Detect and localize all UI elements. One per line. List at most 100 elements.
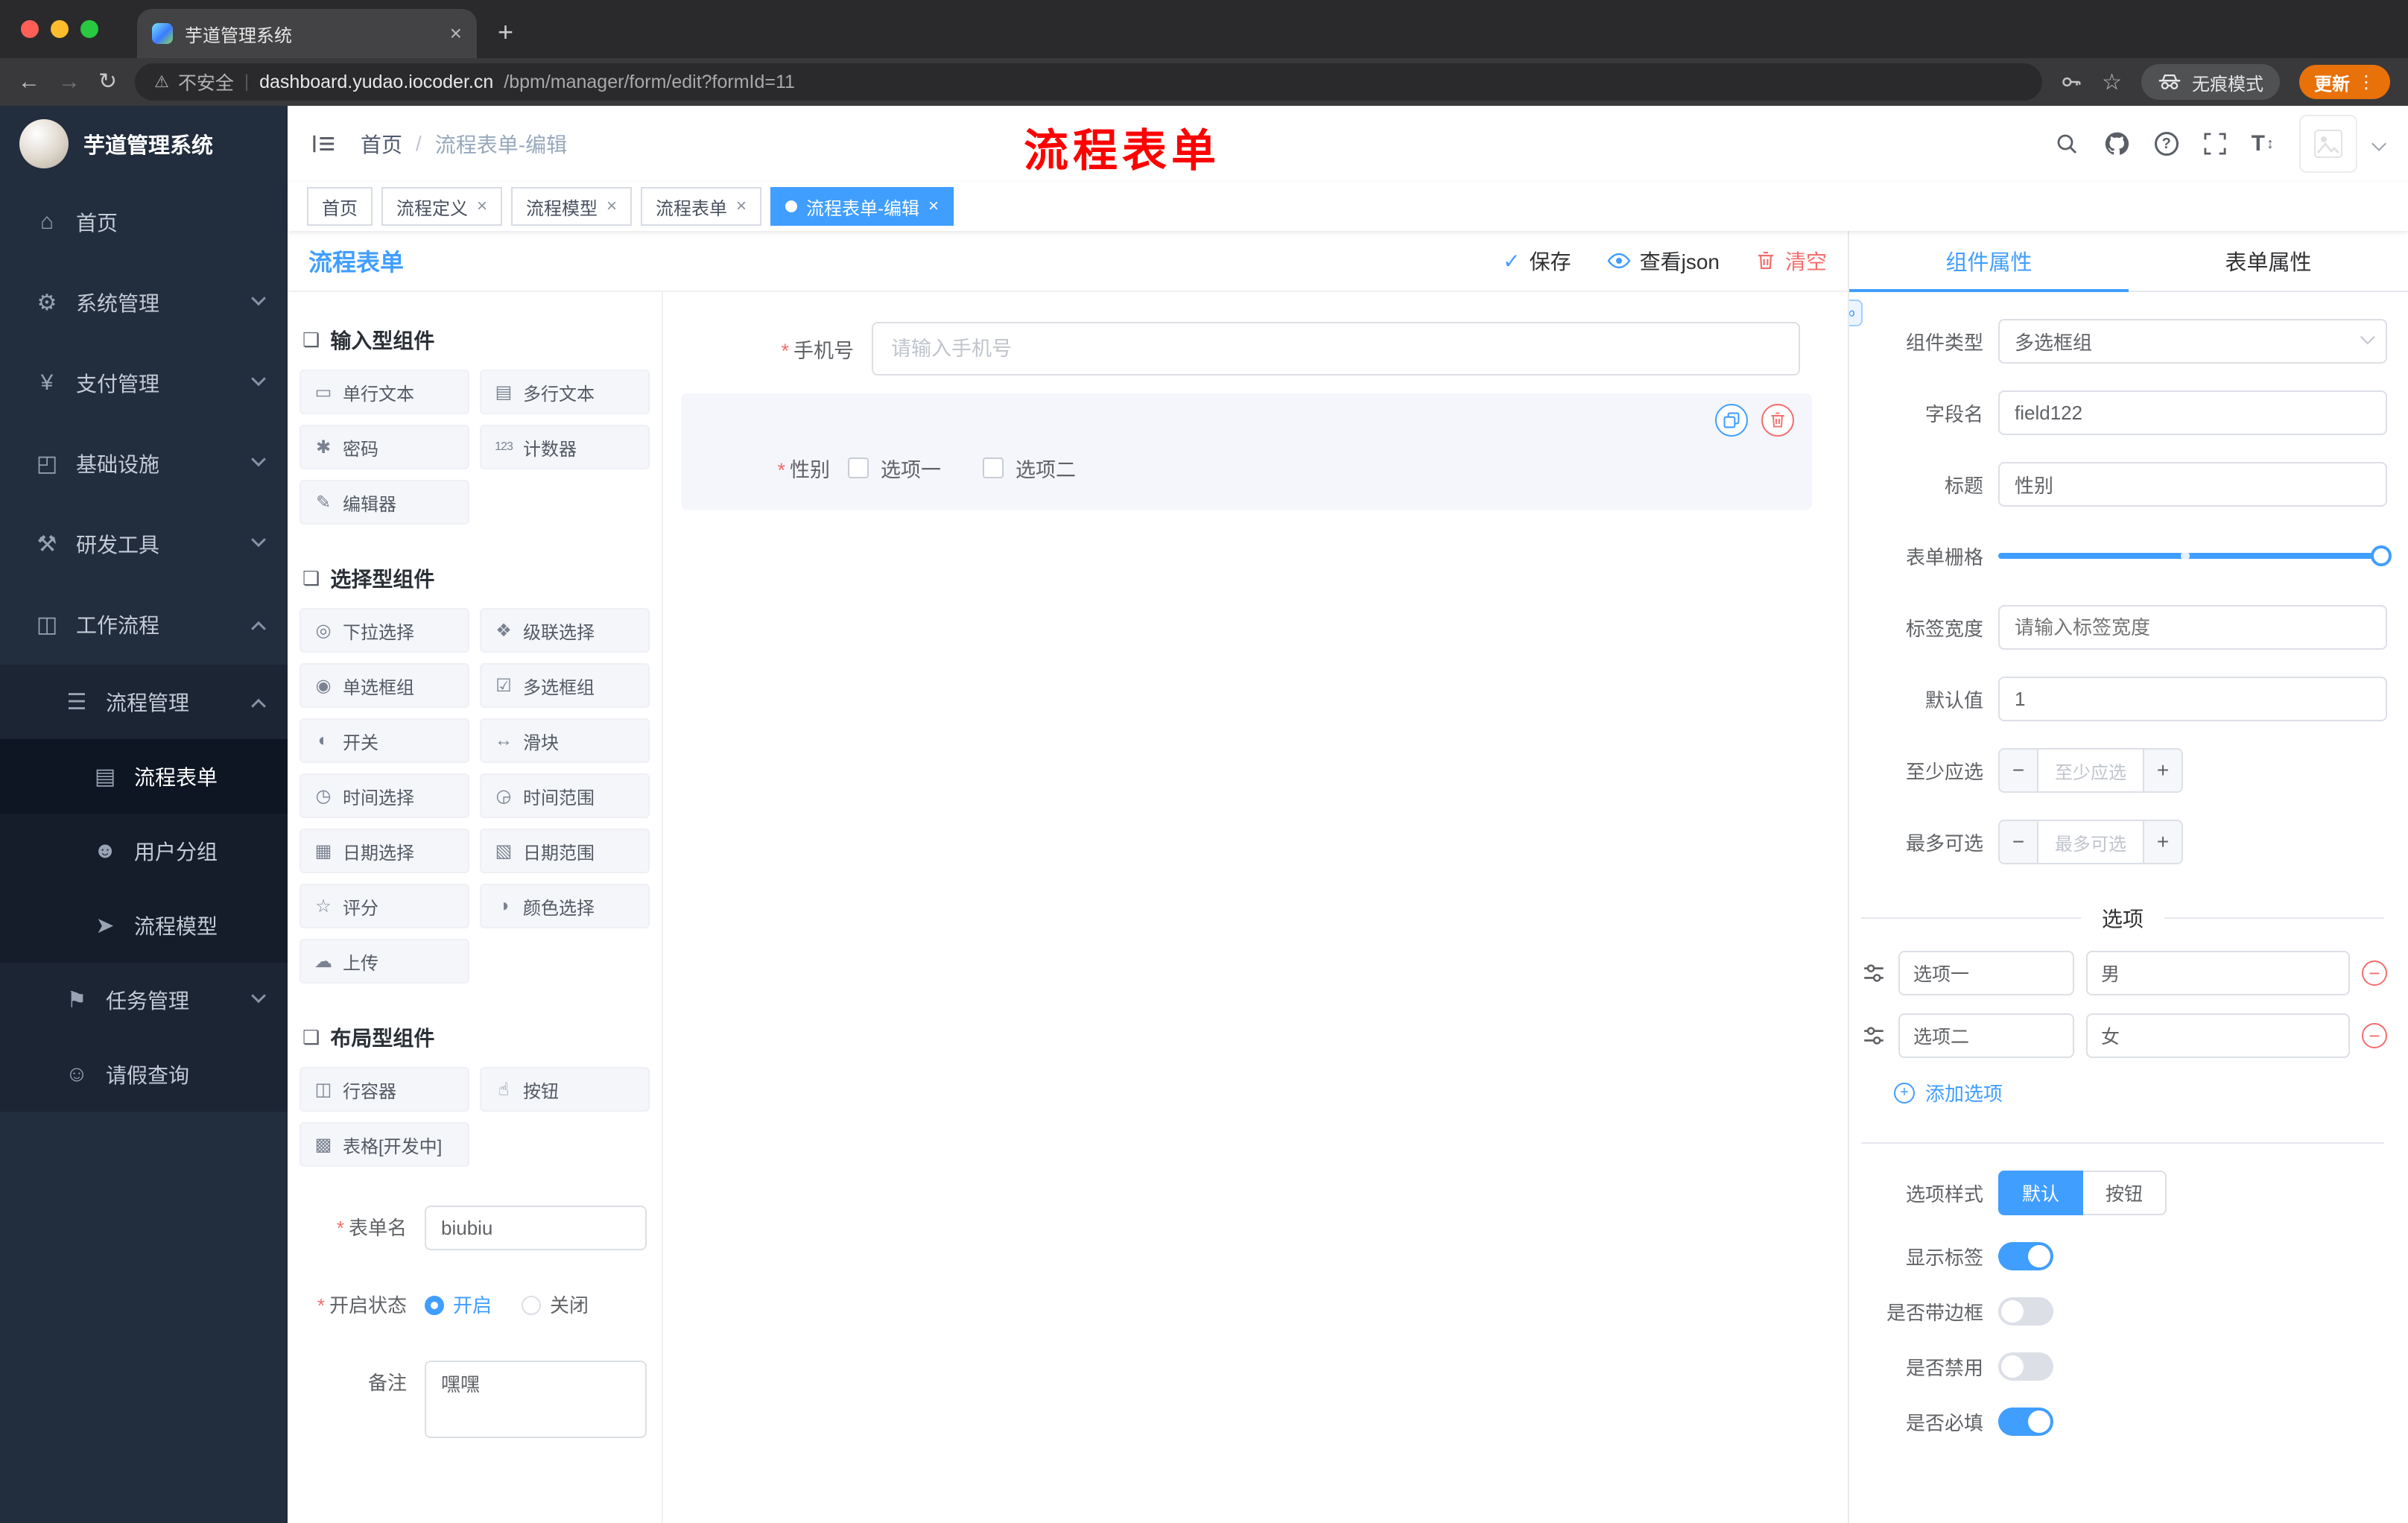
decrement-button[interactable]: −: [2000, 821, 2038, 863]
drag-handle-icon[interactable]: [1861, 960, 1886, 986]
forward-icon[interactable]: →: [58, 71, 80, 93]
font-size-icon[interactable]: T ↕: [2252, 131, 2274, 156]
sidebar-item-process-form[interactable]: ▤ 流程表单: [0, 739, 288, 814]
close-icon[interactable]: ×: [736, 196, 747, 217]
window-zoom-button[interactable]: [80, 20, 98, 38]
tag-process-form-edit[interactable]: 流程表单-编辑 ×: [770, 187, 954, 226]
sidebar-item-workflow[interactable]: ◫ 工作流程: [0, 584, 288, 665]
close-icon[interactable]: ×: [477, 196, 487, 217]
selected-gender-component[interactable]: * 性别 选项一 选项二: [681, 393, 1812, 510]
remove-option-icon[interactable]: −: [2362, 960, 2387, 986]
component-password[interactable]: ✱ 密码: [300, 425, 469, 469]
increment-button[interactable]: +: [2143, 821, 2182, 863]
fullscreen-icon[interactable]: [2204, 133, 2226, 155]
component-date-picker[interactable]: ▦ 日期选择: [300, 829, 469, 873]
option-name-input[interactable]: [1898, 951, 2074, 995]
component-counter[interactable]: 123 计数器: [480, 425, 650, 469]
close-icon[interactable]: ×: [928, 196, 939, 217]
bookmark-star-icon[interactable]: ☆: [2102, 69, 2122, 95]
search-icon[interactable]: [2055, 132, 2079, 156]
style-button-button[interactable]: 按钮: [2083, 1171, 2167, 1215]
radio-closed[interactable]: 关闭: [522, 1283, 589, 1328]
component-text-input[interactable]: ▭ 单行文本: [300, 370, 469, 414]
browser-tab[interactable]: 芋道管理系统 ×: [137, 9, 477, 58]
gender-option-1[interactable]: 选项一: [848, 454, 941, 483]
clear-button[interactable]: 清空: [1755, 246, 1827, 276]
security-indicator[interactable]: ⚠ 不安全: [154, 69, 234, 95]
toggle-required[interactable]: [1998, 1408, 2053, 1436]
tag-process-form[interactable]: 流程表单 ×: [641, 187, 762, 226]
tag-process-model[interactable]: 流程模型 ×: [511, 187, 633, 226]
option-value-input[interactable]: [2086, 951, 2350, 995]
option-value-input[interactable]: [2086, 1013, 2350, 1058]
sidebar-item-process-management[interactable]: ☰ 流程管理: [0, 665, 288, 739]
grid-slider[interactable]: [1998, 533, 2392, 578]
sidebar-item-payment-management[interactable]: ¥ 支付管理: [0, 343, 288, 423]
component-row-container[interactable]: ◫ 行容器: [300, 1067, 469, 1112]
checkbox-icon[interactable]: [983, 457, 1004, 478]
style-default-button[interactable]: 默认: [1998, 1171, 2084, 1215]
decrement-button[interactable]: −: [2000, 750, 2038, 791]
component-cascader[interactable]: ❖ 级联选择: [480, 608, 650, 653]
component-upload[interactable]: ☁ 上传: [300, 939, 469, 984]
window-close-button[interactable]: [21, 20, 39, 38]
label-width-input[interactable]: [1998, 605, 2387, 650]
sidebar-item-process-model[interactable]: ➤ 流程模型: [0, 888, 288, 963]
user-dropdown-caret-icon[interactable]: [2371, 136, 2386, 151]
tab-close-icon[interactable]: ×: [450, 22, 462, 45]
password-key-icon[interactable]: [2060, 71, 2082, 93]
sidebar-item-leave-query[interactable]: ☺ 请假查询: [0, 1037, 288, 1112]
back-icon[interactable]: ←: [18, 71, 40, 93]
field-name-input[interactable]: [1998, 390, 2387, 435]
toggle-show-label[interactable]: [1998, 1242, 2053, 1270]
component-editor[interactable]: ✎ 编辑器: [300, 480, 469, 525]
slider-track[interactable]: [1998, 551, 2387, 560]
kebab-menu-icon[interactable]: ⋮: [2357, 72, 2375, 93]
delete-component-button[interactable]: [1761, 404, 1794, 437]
slider-handle[interactable]: [2371, 545, 2392, 566]
component-time-range[interactable]: ◶ 时间范围: [480, 773, 650, 818]
form-name-input[interactable]: [425, 1206, 647, 1250]
breadcrumb-home[interactable]: 首页: [361, 129, 402, 159]
component-color-picker[interactable]: ◑ 颜色选择: [480, 884, 650, 928]
sidebar-item-dev-tools[interactable]: ⚒ 研发工具: [0, 504, 288, 584]
tag-home[interactable]: 首页: [307, 187, 373, 226]
form-remark-input[interactable]: 嘿嘿: [425, 1361, 647, 1438]
remove-option-icon[interactable]: −: [2362, 1023, 2387, 1048]
tag-process-definition[interactable]: 流程定义 ×: [381, 187, 503, 226]
save-button[interactable]: ✓ 保存: [1503, 246, 1571, 276]
new-tab-button[interactable]: +: [498, 16, 513, 48]
phone-input[interactable]: [872, 322, 1800, 376]
component-type-select[interactable]: 多选框组: [1998, 319, 2387, 364]
increment-button[interactable]: +: [2143, 750, 2182, 791]
github-icon[interactable]: [2104, 131, 2129, 156]
form-canvas[interactable]: * 手机号 请输入手机号 * 性别 选项一 选项二: [663, 292, 1848, 1523]
default-value-input[interactable]: [1998, 677, 2387, 721]
sidebar-logo[interactable]: 芋道管理系统: [0, 106, 288, 182]
tab-form-props[interactable]: 表单属性: [2129, 231, 2408, 291]
tab-component-props[interactable]: 组件属性: [1849, 231, 2129, 292]
component-rate[interactable]: ☆ 评分: [300, 884, 469, 928]
component-table[interactable]: ▩ 表格[开发中]: [300, 1122, 469, 1167]
component-button[interactable]: ☝ 按钮: [480, 1067, 650, 1112]
component-date-range[interactable]: ▧ 日期范围: [480, 829, 650, 873]
checkbox-icon[interactable]: [848, 457, 869, 478]
reload-icon[interactable]: ↻: [98, 71, 117, 93]
add-option-button[interactable]: + 添加选项: [1894, 1079, 2387, 1106]
component-select[interactable]: ◎ 下拉选择: [300, 608, 469, 653]
sidebar-item-system-management[interactable]: ⚙ 系统管理: [0, 262, 288, 343]
sidebar-item-infrastructure[interactable]: ◰ 基础设施: [0, 423, 288, 504]
radio-open[interactable]: 开启: [425, 1283, 492, 1328]
close-icon[interactable]: ×: [606, 196, 617, 217]
component-time-picker[interactable]: ◷ 时间选择: [300, 773, 469, 818]
window-minimize-button[interactable]: [51, 20, 69, 38]
component-switch[interactable]: ◐ 开关: [300, 718, 469, 763]
copy-component-button[interactable]: [1715, 404, 1748, 437]
toggle-bordered[interactable]: [1998, 1297, 2053, 1326]
phone-field-row[interactable]: * 手机号: [723, 322, 1800, 376]
title-input[interactable]: [1998, 462, 2387, 507]
sidebar-item-user-group[interactable]: ☻ 用户分组: [0, 814, 288, 888]
help-icon[interactable]: ?: [2154, 132, 2179, 156]
browser-update-button[interactable]: 更新 ⋮: [2299, 65, 2390, 99]
gender-field-row[interactable]: * 性别 选项一 选项二: [699, 444, 1794, 492]
